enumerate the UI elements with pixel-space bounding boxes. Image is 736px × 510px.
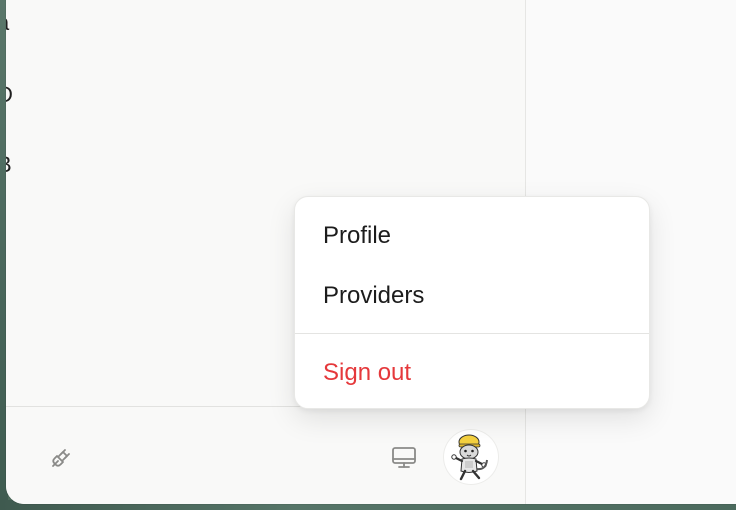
sidebar-footer: [6, 406, 525, 504]
sidebar-item-clipped[interactable]: D: [6, 82, 13, 108]
sign-out-label: Sign out: [323, 359, 412, 386]
user-menu: Profile Providers Sign out: [294, 196, 650, 409]
monitor-icon[interactable]: [388, 441, 420, 473]
avatar[interactable]: [444, 430, 498, 484]
cartoon-cat-avatar-icon: [451, 434, 488, 481]
sidebar-item-clipped[interactable]: B: [6, 152, 12, 178]
plug-icon[interactable]: [46, 441, 78, 473]
menu-item-label: Providers: [323, 282, 425, 309]
menu-divider: [295, 333, 649, 334]
menu-item-profile[interactable]: Profile: [295, 212, 649, 260]
sidebar-item-clipped[interactable]: a: [6, 10, 9, 36]
sign-out-button[interactable]: Sign out: [295, 349, 649, 397]
menu-item-providers[interactable]: Providers: [295, 272, 649, 320]
menu-item-label: Profile: [323, 222, 392, 249]
